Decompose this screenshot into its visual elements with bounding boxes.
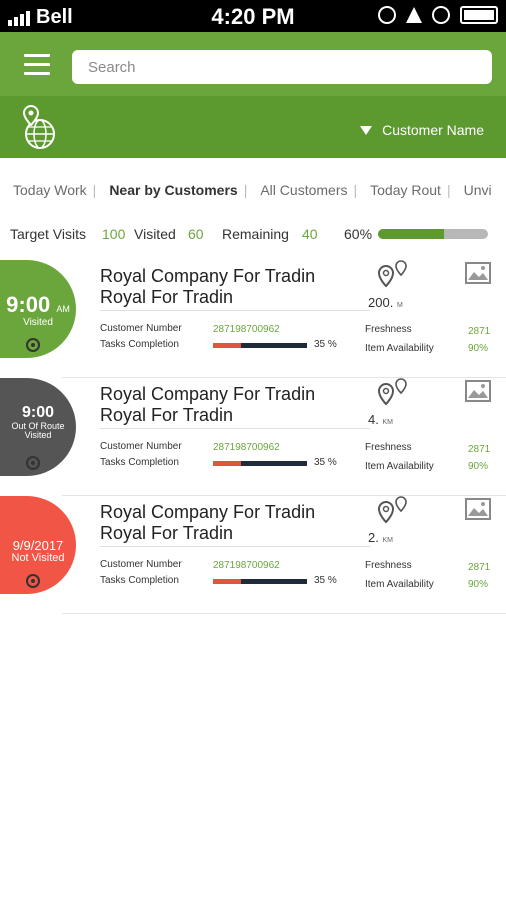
distance-unit: KM (382, 537, 393, 544)
search-input[interactable] (72, 50, 492, 84)
sub-header: Customer Name (0, 96, 506, 158)
target-icon[interactable] (26, 574, 40, 588)
clock-icon (378, 6, 396, 24)
distance-value: 4. (368, 412, 379, 427)
item-availability-label: Item Availability (365, 343, 434, 354)
status-icons (378, 6, 498, 24)
tasks-completion-label: Tasks Completion (100, 457, 179, 468)
visits-progress-fill (378, 229, 444, 239)
tab-bar: Today Work | Near by Customers | All Custo… (0, 174, 506, 206)
customer-card[interactable]: 9:00 AM Visited Royal Company For Tradin… (0, 260, 506, 378)
badge-time: 9/9/2017 (12, 538, 64, 553)
target-icon[interactable] (26, 456, 40, 470)
customer-number-value: 287198700962 (213, 442, 280, 453)
tab-today-work[interactable]: Today Work (0, 182, 93, 198)
tasks-completion-label: Tasks Completion (100, 339, 179, 350)
card-divider (62, 613, 506, 614)
badge-status: Not Visited (11, 552, 65, 564)
dropdown-triangle-icon (360, 125, 373, 135)
photo-icon[interactable] (465, 498, 491, 520)
tasks-completion-percent: 35 % (314, 457, 337, 468)
customer-name-line1: Royal Company For Tradin (100, 502, 316, 522)
tab-today-rout[interactable]: Today Rout (357, 182, 447, 198)
customer-name-line1: Royal Company For Tradin (100, 384, 316, 404)
remaining-label: Remaining (222, 226, 289, 242)
badge-time: 9:00 (6, 292, 51, 317)
visited-value: 60 (188, 226, 204, 242)
map-pin-icon[interactable] (376, 378, 410, 410)
visited-label: Visited (134, 226, 176, 242)
customer-number-value: 287198700962 (213, 560, 280, 571)
customer-number-label: Customer Number (100, 559, 182, 570)
remaining-value: 40 (302, 226, 318, 242)
hamburger-menu-icon[interactable] (24, 54, 50, 76)
visits-progress-bar (378, 229, 488, 239)
tasks-completion-bar (213, 343, 307, 348)
customer-name-line2: Royal For Tradin (100, 287, 234, 307)
divider (100, 310, 370, 311)
tasks-completion-bar (213, 461, 307, 466)
badge-time: 9:00 (21, 404, 55, 421)
distance-unit: M (396, 302, 403, 309)
customer-card[interactable]: 9/9/2017 Not Visited Royal Company For T… (0, 496, 506, 614)
freshness-label: Freshness (365, 442, 412, 453)
tasks-completion-fill (213, 579, 242, 584)
visit-status-badge: 9/9/2017 Not Visited (0, 496, 76, 594)
progress-percent: 60% (344, 226, 373, 242)
divider (100, 428, 370, 429)
tasks-completion-percent: 35 % (314, 339, 337, 350)
tasks-completion-fill (213, 343, 242, 348)
target-visits-label: Target Visits (10, 226, 86, 242)
map-pin-icon[interactable] (376, 496, 410, 528)
visit-status-badge: 9:00 Out Of Route Visited (0, 378, 76, 476)
globe-location-icon[interactable] (20, 104, 58, 150)
photo-icon[interactable] (465, 262, 491, 284)
customer-name-label: Customer Name (382, 122, 484, 138)
customer-name-line2: Royal For Tradin (100, 523, 234, 543)
item-availability-value: 90% (468, 343, 489, 354)
badge-status: Out Of Route Visited (11, 421, 65, 441)
customer-number-label: Customer Number (100, 323, 182, 334)
item-availability-label: Item Availability (365, 579, 434, 590)
divider (100, 546, 370, 547)
item-availability-value: 90% (468, 461, 489, 472)
tab-near-by-customers[interactable]: Near by Customers (96, 182, 243, 198)
freshness-value: 2871 (468, 444, 491, 455)
distance-value: 200. (368, 295, 394, 310)
customer-name-line1: Royal Company For Tradin (100, 266, 316, 286)
freshness-label: Freshness (365, 560, 412, 571)
freshness-value: 2871 (468, 562, 491, 573)
status-bar: Bell 4:20 PM (0, 0, 506, 32)
item-availability-value: 90% (468, 579, 489, 590)
badge-ampm: AM (56, 304, 70, 314)
tasks-completion-bar (213, 579, 307, 584)
badge-status: Visited (23, 317, 53, 328)
tab-unvisited[interactable]: Unvi (451, 182, 498, 198)
freshness-value: 2871 (468, 326, 491, 337)
customer-name-line2: Royal For Tradin (100, 405, 234, 425)
freshness-label: Freshness (365, 324, 412, 335)
target-visits-value: 100 (102, 226, 126, 242)
customer-name-dropdown[interactable]: Customer Name (360, 122, 484, 138)
customer-number-label: Customer Number (100, 441, 182, 452)
location-arrow-icon (406, 7, 422, 23)
app-header (0, 32, 506, 102)
visit-status-badge: 9:00 AM Visited (0, 260, 76, 358)
distance-value: 2. (368, 530, 379, 545)
map-pin-icon[interactable] (376, 260, 410, 292)
tasks-completion-percent: 35 % (314, 575, 337, 586)
rotation-lock-icon (432, 6, 450, 24)
distance-unit: KM (382, 419, 393, 426)
customer-card[interactable]: 9:00 Out Of Route Visited Royal Company … (0, 378, 506, 496)
customer-number-value: 287198700962 (213, 324, 280, 335)
battery-icon (460, 6, 498, 24)
tasks-completion-label: Tasks Completion (100, 575, 179, 586)
photo-icon[interactable] (465, 380, 491, 402)
tab-all-customers[interactable]: All Customers (247, 182, 353, 198)
target-icon[interactable] (26, 338, 40, 352)
item-availability-label: Item Availability (365, 461, 434, 472)
tasks-completion-fill (213, 461, 242, 466)
